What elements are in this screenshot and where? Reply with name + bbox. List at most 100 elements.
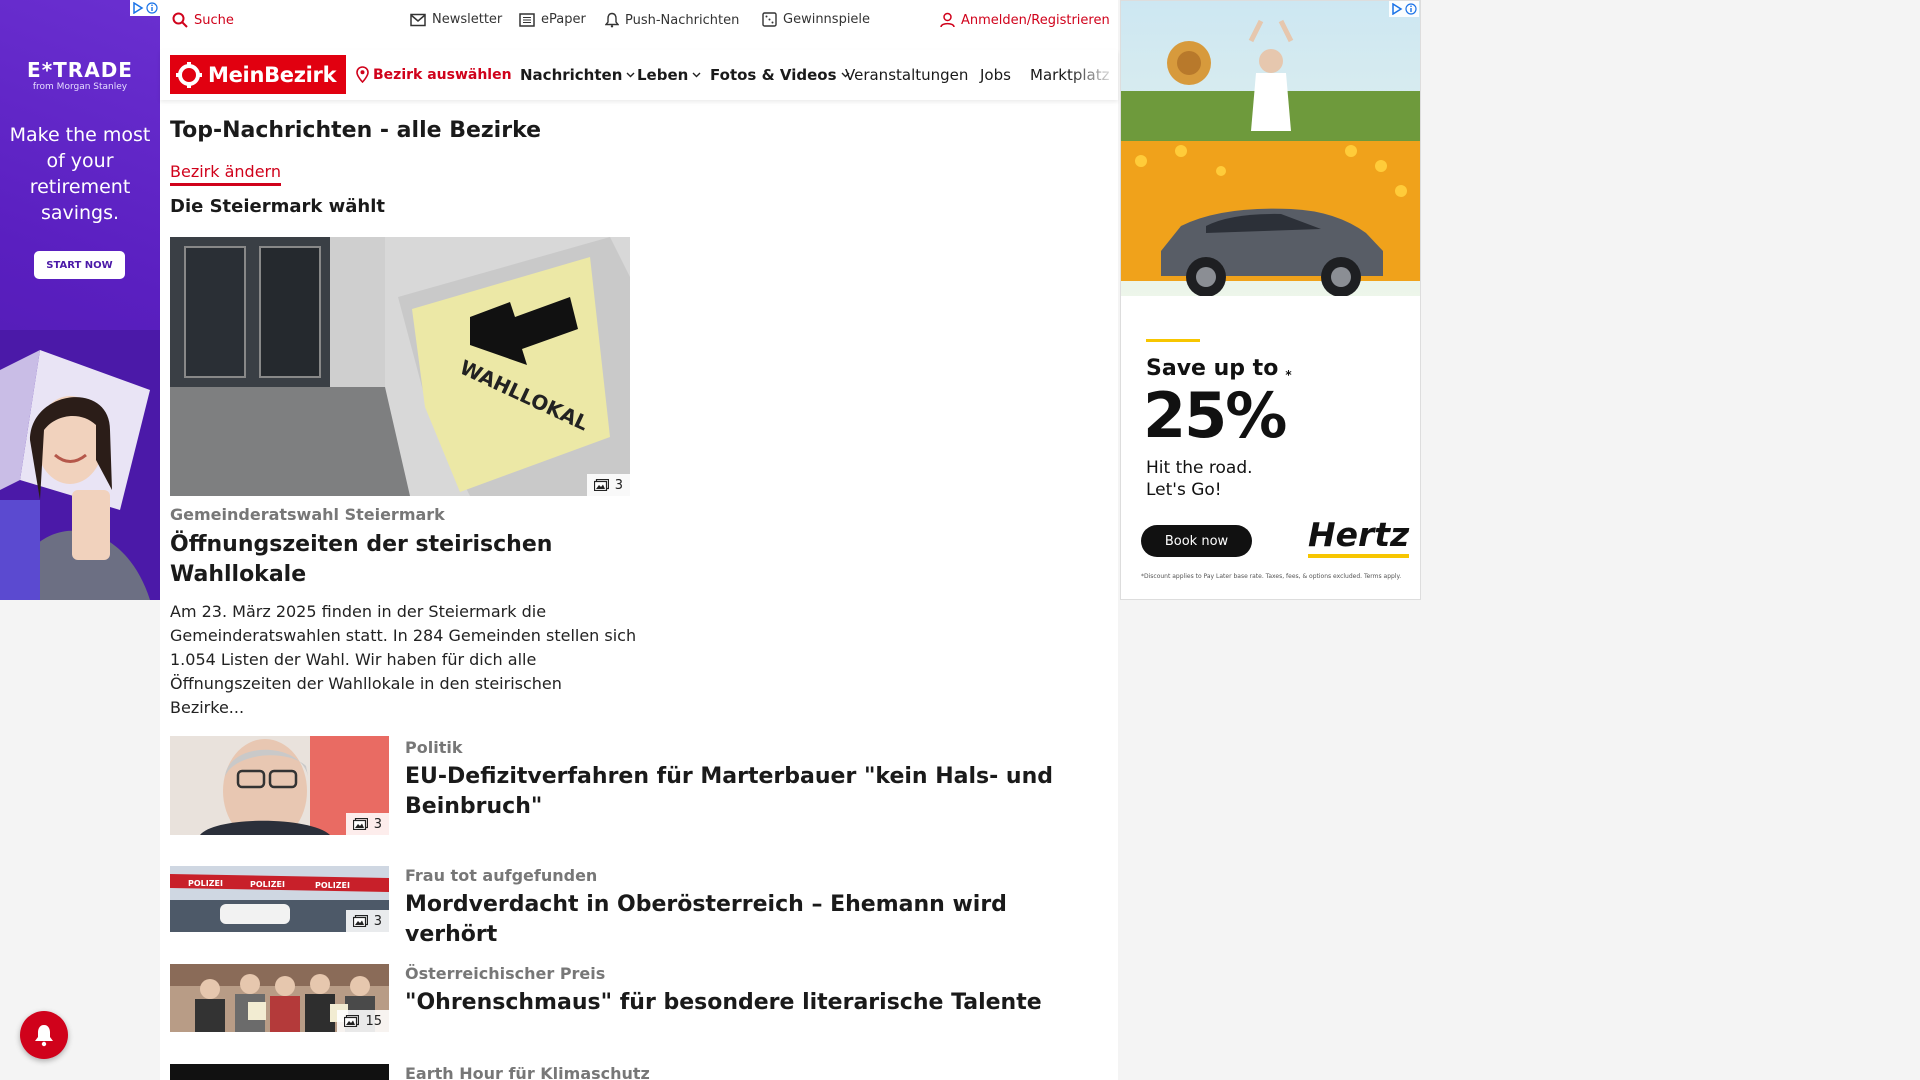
nav-jobs-label: Jobs [980,66,1011,84]
chevron-down-icon [626,72,635,78]
ad-car-image [1121,1,1420,306]
image-count: 15 [365,1013,382,1029]
ad-choices-icon[interactable] [1389,1,1419,17]
search-icon [172,12,188,28]
gallery-icon [352,915,368,927]
nav-fotos-videos-label: Fotos & Videos [710,66,837,84]
article-kicker: Politik [405,738,463,757]
utility-bar: Suche Newsletter ePaper Push-Nachrichten… [160,0,1118,46]
ad-accent-line [1146,339,1200,342]
search-link[interactable]: Suche [172,12,234,28]
article-item[interactable]: 3 Politik EU-Defizitverfahren für Marter… [170,736,1100,836]
article-title[interactable]: "Ohrenschmaus" für besondere literarisch… [405,988,1085,1018]
nav-nachrichten[interactable]: Nachrichten [520,66,635,84]
newsletter-label: Newsletter [432,12,503,27]
article-item[interactable]: 15 Österreichischer Preis "Ohrenschmaus"… [170,964,1100,1032]
nav-jobs[interactable]: Jobs [980,66,1011,84]
ad-fine-print: *Discount applies to Pay Later base rate… [1141,573,1402,580]
police-tape-text: POLIZEI [250,880,285,889]
article-thumbnail[interactable]: 3 [170,736,389,835]
police-tape-text: POLIZEI [188,879,223,888]
gallery-icon [352,818,368,830]
main-column: Suche Newsletter ePaper Push-Nachrichten… [160,0,1118,1080]
nav-leben[interactable]: Leben [637,66,701,84]
nav-nachrichten-label: Nachrichten [520,66,623,84]
book-now-button[interactable]: Book now [1141,525,1252,557]
ad-percent-mark: * [1285,368,1291,383]
nav-leben-label: Leben [637,66,689,84]
search-label: Suche [194,12,234,28]
hero-teaser: Am 23. März 2025 finden in der Steiermar… [170,602,637,717]
envelope-icon [410,13,426,26]
chevron-down-icon [692,72,701,78]
newspaper-icon [519,12,535,27]
image-count-badge: 15 [337,1010,389,1032]
image-count: 3 [373,816,382,832]
push-label: Push-Nachrichten [625,12,740,28]
nav-fotos-videos[interactable]: Fotos & Videos [710,66,850,84]
user-icon [940,12,955,28]
ad-percent-value: 25% [1143,379,1287,452]
image-count: 3 [614,477,623,493]
ad-headline: Make the most of your retirement savings… [9,124,151,224]
gallery-icon [344,1015,360,1027]
hertz-ad[interactable]: Save up to 25%* Hit the road. Let's Go! … [1120,0,1421,600]
epaper-link[interactable]: ePaper [519,12,586,27]
section-title: Die Steiermark wählt [170,196,385,217]
logo-mark-icon [176,61,202,88]
ad-tagline-line2: Let's Go! [1146,480,1222,500]
article-item[interactable]: POLIZEI POLIZEI POLIZEI 3 Frau tot aufge… [170,866,1100,947]
article-thumbnail[interactable]: 15 [170,964,389,1032]
article-thumbnail[interactable]: POLIZEI POLIZEI POLIZEI 3 [170,866,389,932]
login-link[interactable]: Anmelden/Registrieren [940,12,1110,28]
bell-icon [35,1025,53,1047]
gallery-icon [593,479,609,491]
etrade-ad[interactable]: E*TRADE from Morgan Stanley Make the mos… [0,0,160,600]
ad-tagline-line1: Hit the road. [1146,458,1253,478]
ad-tagline: Hit the road. Let's Go! [1146,457,1253,501]
article-kicker: Earth Hour für Klimaschutz [405,1064,650,1080]
select-bezirk-button[interactable]: Bezirk auswählen [356,66,512,83]
main-nav: MeinBezirk Bezirk auswählen Nachrichten … [160,50,1118,100]
ad-save-text: Save up to [1146,356,1279,381]
page-title: Top-Nachrichten - alle Bezirke [170,118,542,143]
ad-choices-icon[interactable] [130,0,160,16]
ad-percent: 25%* [1143,368,1292,452]
meinbezirk-logo[interactable]: MeinBezirk [170,55,346,94]
newsletter-link[interactable]: Newsletter [410,12,502,27]
article-title[interactable]: EU-Defizitverfahren für Marterbauer "kei… [405,762,1085,822]
image-count-badge: 3 [345,813,389,835]
ad-woman-image [0,330,160,600]
image-count-badge: 3 [345,910,389,932]
start-now-button[interactable]: START NOW [34,251,125,279]
nav-overflow-fade [1068,50,1118,100]
article-kicker: Frau tot aufgefunden [405,866,598,885]
police-tape-text: POLIZEI [315,881,350,890]
bell-icon [605,12,619,28]
notification-bell-button[interactable] [20,1011,68,1059]
article-item[interactable]: Earth Hour für Klimaschutz [170,1064,1100,1080]
hertz-logo: Hertz [1308,516,1410,558]
article-thumbnail[interactable] [170,1064,389,1080]
contests-link[interactable]: Gewinnspiele [762,12,870,27]
nav-veranstaltungen[interactable]: Veranstaltungen [845,66,968,84]
map-pin-icon [356,66,369,83]
image-count-badge: 3 [586,474,630,496]
image-count: 3 [373,913,382,929]
epaper-label: ePaper [541,12,586,27]
article-title[interactable]: Mordverdacht in Oberösterreich – Ehemann… [405,890,1085,950]
hero-kicker: Gemeinderatswahl Steiermark [170,505,445,524]
hero-title[interactable]: Öffnungszeiten der steirischen Wahllokal… [170,530,640,590]
logo-text: MeinBezirk [208,62,337,87]
login-label: Anmelden/Registrieren [961,12,1110,28]
etrade-logo-sub: from Morgan Stanley [32,82,128,92]
select-bezirk-label: Bezirk auswählen [373,66,512,83]
hero-image[interactable]: WAHLLOKAL 3 [170,237,630,496]
contests-label: Gewinnspiele [783,12,871,27]
push-link[interactable]: Push-Nachrichten [605,12,739,28]
change-bezirk-link[interactable]: Bezirk ändern [170,162,281,186]
etrade-logo: E*TRADE [27,58,133,82]
dice-icon [762,12,777,27]
nav-veranstaltungen-label: Veranstaltungen [845,66,969,84]
article-kicker: Österreichischer Preis [405,964,606,983]
